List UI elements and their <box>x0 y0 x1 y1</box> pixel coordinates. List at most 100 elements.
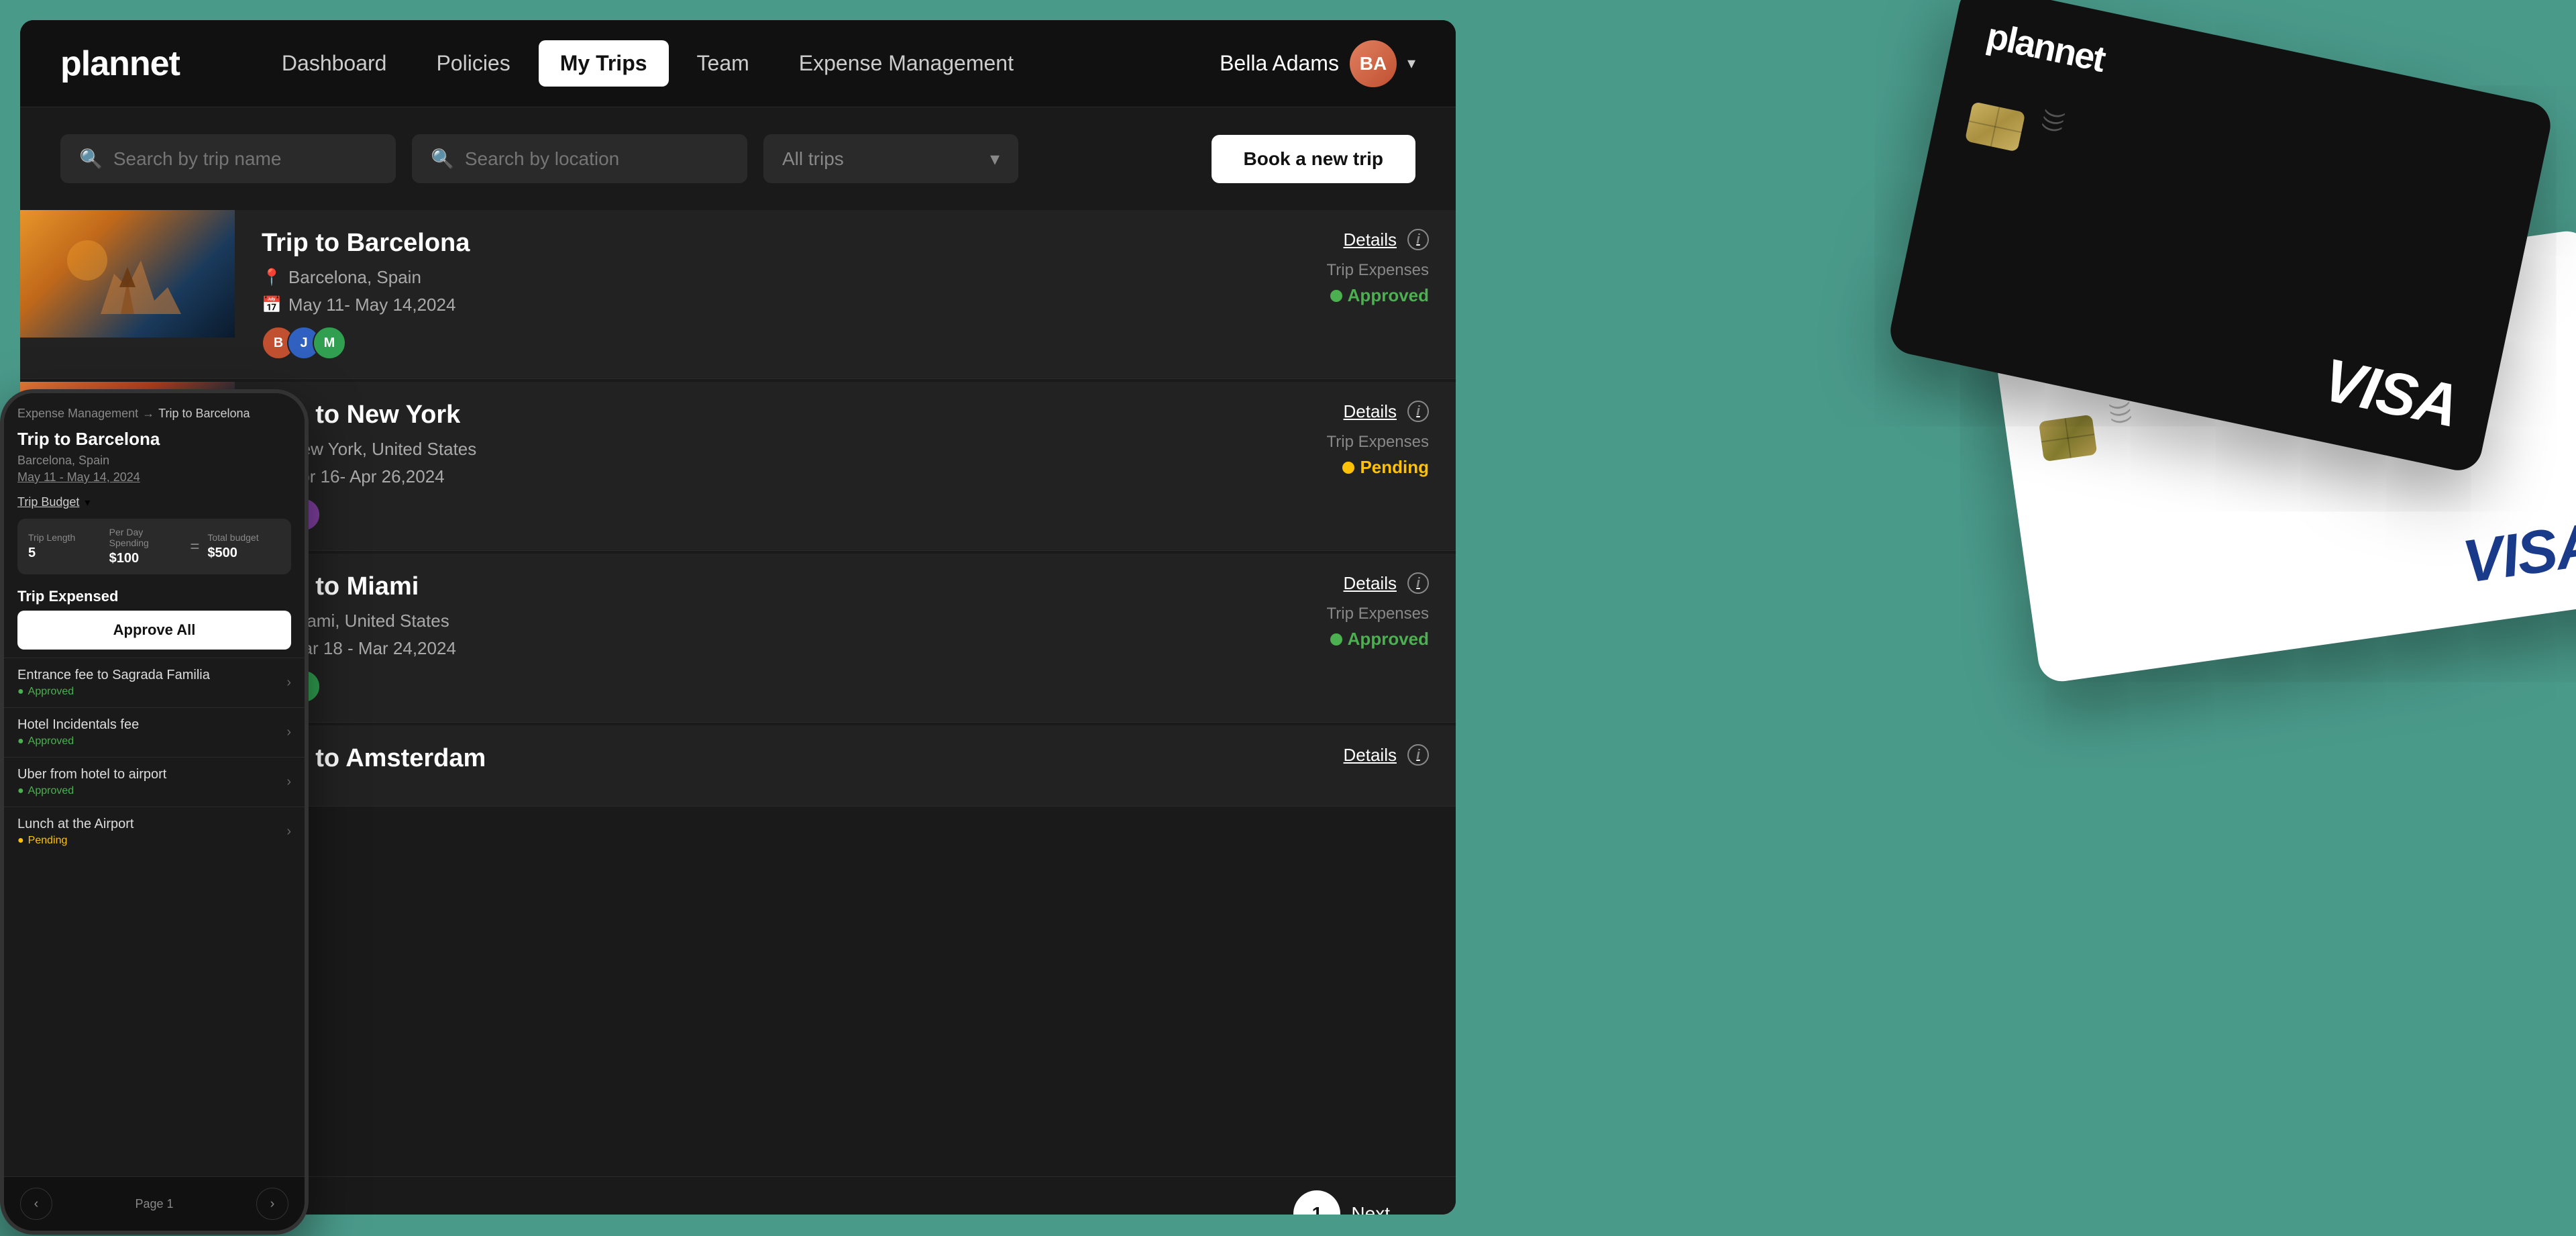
card-logo: plannet <box>1983 15 2516 167</box>
phone-breadcrumb: Expense Management → Trip to Barcelona <box>4 393 305 426</box>
trip-name-search[interactable]: 🔍 <box>60 134 396 183</box>
mobile-phone: Expense Management → Trip to Barcelona T… <box>0 389 309 1235</box>
credit-card-white: plannet VISA <box>1989 228 2576 684</box>
card-container: plannet VISA plannet VISA <box>1503 0 2576 1236</box>
page-1-button[interactable]: 1 <box>1293 1190 1340 1215</box>
phone-trip-dates: May 11 - May 14, 2024 <box>4 469 305 491</box>
search-icon: 🔍 <box>79 148 103 170</box>
phone-budget-toggle[interactable]: Trip Budget ▾ <box>4 491 305 513</box>
per-day-value: $100 <box>109 551 182 566</box>
status-dot-icon <box>1330 290 1342 302</box>
nav-dashboard[interactable]: Dashboard <box>260 40 409 87</box>
nav-my-trips[interactable]: My Trips <box>539 40 669 87</box>
expense-name: Uber from hotel to airport <box>17 767 166 782</box>
trip-name-input[interactable] <box>113 148 377 170</box>
per-day-label: Per Day Spending <box>109 527 182 548</box>
trip-title: Trip to Miami <box>262 572 1241 601</box>
trip-actions-barcelona: Details i Trip Expenses Approved <box>1268 210 1456 378</box>
chevron-right-icon: › <box>286 675 291 690</box>
breadcrumb-current: Trip to Barcelona <box>158 407 250 421</box>
info-icon: i <box>1407 401 1429 422</box>
avatar: BA <box>1350 40 1397 87</box>
status-badge-pending: Pending <box>1342 457 1429 478</box>
expensed-label: Trip Expensed <box>4 580 305 611</box>
expense-item-3[interactable]: Lunch at the Airport ● Pending › <box>4 807 305 856</box>
total-budget-cell: Total budget $500 <box>207 532 280 561</box>
status-dot-icon: ● <box>17 785 24 797</box>
trip-info-newyork: Trip to New York 📍 New York, United Stat… <box>235 382 1268 550</box>
brand-logo: plannet <box>60 44 180 84</box>
details-link[interactable]: Details i <box>1344 744 1429 766</box>
per-day-cell: Per Day Spending $100 <box>109 527 182 566</box>
status-badge-approved: Approved <box>1330 629 1429 650</box>
next-button[interactable]: Next → <box>1351 1203 1415 1215</box>
expense-status-badge: ● Pending <box>17 835 133 847</box>
filter-label: All trips <box>782 148 844 170</box>
equals-sign: = <box>190 537 199 556</box>
status-dot-icon <box>1342 462 1354 474</box>
info-icon: i <box>1407 744 1429 766</box>
expense-status-badge: ● Approved <box>17 735 139 748</box>
expense-label: Trip Expenses <box>1326 605 1429 623</box>
approve-all-button[interactable]: Approve All <box>17 611 291 650</box>
trip-location: 📍 Barcelona, Spain <box>262 267 1241 288</box>
card-bottom: VISA <box>2061 510 2576 653</box>
status-badge-approved: Approved <box>1330 285 1429 306</box>
card-wifi-icon <box>2033 112 2072 152</box>
calendar-icon: 📅 <box>262 295 282 315</box>
trip-avatars: B K <box>262 498 1241 531</box>
trip-length-label: Trip Length <box>28 532 101 543</box>
expense-content: Uber from hotel to airport ● Approved <box>17 767 166 797</box>
nav-policies[interactable]: Policies <box>415 40 531 87</box>
trip-dates: 📅 Mar 18 - Mar 24,2024 <box>262 638 1241 659</box>
phone-bottom-nav: ‹ Page 1 › <box>4 1176 305 1231</box>
trip-title: Trip to Amsterdam <box>262 744 1241 773</box>
navbar: plannet Dashboard Policies My Trips Team… <box>20 20 1456 107</box>
chevron-right-icon: › <box>286 725 291 740</box>
trip-title: Trip to New York <box>262 401 1241 429</box>
credit-card-black: plannet VISA <box>1886 0 2555 474</box>
info-icon: i <box>1407 229 1429 250</box>
book-new-trip-button[interactable]: Book a new trip <box>1212 135 1415 183</box>
visa-brand-label: VISA <box>2317 346 2464 442</box>
expense-content: Lunch at the Airport ● Pending <box>17 817 133 847</box>
phone-trip-location: Barcelona, Spain <box>4 452 305 469</box>
trip-filter-dropdown[interactable]: All trips ▾ <box>763 134 1018 183</box>
trip-length-value: 5 <box>28 546 101 561</box>
trip-dates: 📅 May 11- May 14,2024 <box>262 295 1241 315</box>
trip-avatars: B J M <box>262 326 1241 360</box>
details-link[interactable]: Details i <box>1344 229 1429 250</box>
details-link[interactable]: Details i <box>1344 572 1429 594</box>
trip-location: 📍 Miami, United States <box>262 611 1241 631</box>
trip-dates: 📅 Apr 16- Apr 26,2024 <box>262 466 1241 487</box>
trip-image-barcelona <box>20 210 235 338</box>
prev-page-button[interactable]: ‹ <box>20 1188 52 1220</box>
expense-name: Entrance fee to Sagrada Familia <box>17 668 210 683</box>
trip-actions-amsterdam: Details i <box>1268 725 1456 806</box>
location-search-icon: 🔍 <box>431 148 454 170</box>
expense-item-0[interactable]: Entrance fee to Sagrada Familia ● Approv… <box>4 658 305 707</box>
page-label: Page 1 <box>135 1197 173 1211</box>
trip-title: Trip to Barcelona <box>262 229 1241 258</box>
details-link[interactable]: Details i <box>1344 401 1429 422</box>
phone-budget-row: Trip Length 5 Per Day Spending $100 = To… <box>17 519 291 574</box>
expense-item-1[interactable]: Hotel Incidentals fee ● Approved › <box>4 707 305 757</box>
card-chip-icon <box>2039 415 2098 462</box>
nav-team[interactable]: Team <box>676 40 771 87</box>
chevron-down-icon[interactable]: ▾ <box>1407 54 1415 73</box>
next-page-button[interactable]: › <box>256 1188 288 1220</box>
expense-item-2[interactable]: Uber from hotel to airport ● Approved › <box>4 757 305 807</box>
location-input[interactable] <box>465 148 729 170</box>
card-logo: plannet <box>2026 260 2563 376</box>
total-value: $500 <box>207 546 280 561</box>
filter-chevron-icon: ▾ <box>990 148 1000 170</box>
status-dot-icon <box>1330 633 1342 646</box>
location-search[interactable]: 🔍 <box>412 134 747 183</box>
nav-expense-management[interactable]: Expense Management <box>777 40 1035 87</box>
budget-label: Trip Budget <box>17 495 79 509</box>
budget-chevron-icon: ▾ <box>85 496 90 509</box>
phone-screen: Expense Management → Trip to Barcelona T… <box>4 393 305 1231</box>
trip-info-barcelona: Trip to Barcelona 📍 Barcelona, Spain 📅 M… <box>235 210 1268 378</box>
trip-actions-miami: Details i Trip Expenses Approved <box>1268 554 1456 722</box>
visa-brand-label: VISA <box>2459 510 2576 597</box>
